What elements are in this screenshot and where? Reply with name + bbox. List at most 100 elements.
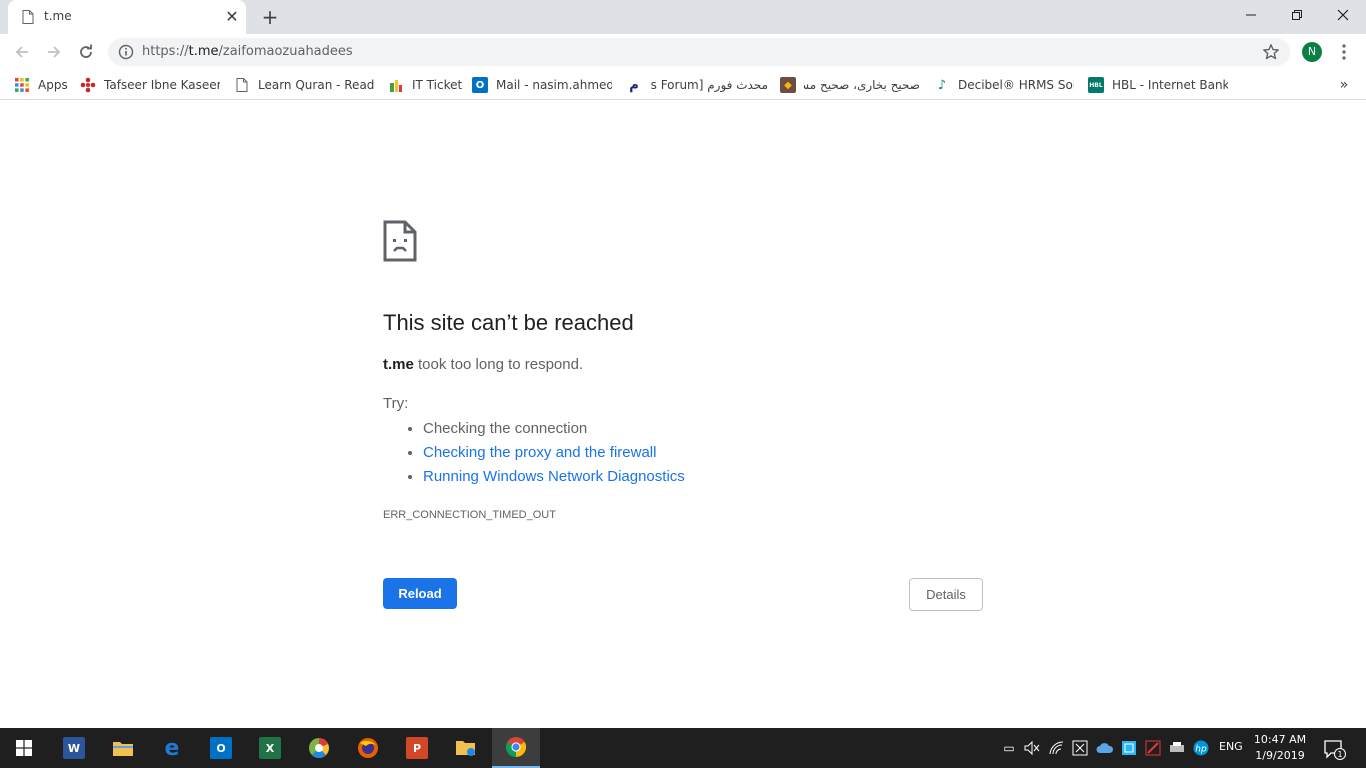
- tab-title: t.me: [44, 9, 72, 23]
- forward-arrow-icon: [48, 46, 61, 58]
- clock-time: 10:47 AM: [1253, 733, 1307, 746]
- menu-button[interactable]: [1334, 40, 1354, 64]
- url-prefix: https://: [142, 44, 189, 59]
- red-flower-icon: [80, 77, 96, 93]
- tab-strip: t.me ✕ +: [0, 0, 1366, 34]
- bookmark-label: IT Ticket: [412, 78, 462, 92]
- profile-avatar[interactable]: N: [1302, 42, 1322, 62]
- onedrive-icon[interactable]: [1096, 738, 1114, 758]
- bookmark-mohaddis-forum[interactable]: م محدث فورم [Mohaddis Forum]: [626, 75, 768, 95]
- restore-button[interactable]: [1274, 0, 1320, 30]
- input-language[interactable]: ENG: [1219, 740, 1243, 753]
- system-clock[interactable]: 10:47 AM 1/9/2019: [1248, 732, 1312, 764]
- start-button[interactable]: [0, 728, 48, 768]
- printer-icon[interactable]: [1168, 738, 1186, 758]
- outlook-icon: O: [472, 77, 488, 93]
- reload-toolbar-button[interactable]: [72, 38, 100, 66]
- proxy-firewall-link[interactable]: Checking the proxy and the firewall: [423, 444, 656, 461]
- bookmark-it-ticket[interactable]: IT Ticket: [388, 75, 462, 95]
- word-icon: W: [63, 737, 85, 759]
- bookmark-label: صحيح بخاری، صحیح مسلم: [804, 78, 920, 92]
- bookmark-star-icon[interactable]: [1262, 43, 1280, 61]
- tab-active[interactable]: t.me ✕: [8, 0, 246, 34]
- back-arrow-icon: [15, 46, 28, 58]
- clock-date: 1/9/2019: [1255, 749, 1305, 762]
- notification-center-icon[interactable]: 1: [1322, 738, 1346, 760]
- bookmark-label: محدث فورم [Mohaddis Forum]: [650, 78, 768, 92]
- try-label: Try:: [383, 395, 409, 412]
- suggestion-list: Checking the connection Checking the pro…: [405, 419, 685, 491]
- decibel-logo-icon: ♪: [937, 77, 947, 93]
- taskbar-outlook[interactable]: O: [197, 728, 245, 768]
- antivirus-icon[interactable]: [1144, 738, 1162, 758]
- taskbar-file-explorer[interactable]: [99, 728, 147, 768]
- suggestion-text: Checking the connection: [423, 420, 588, 437]
- close-icon: [1337, 9, 1349, 21]
- bookmark-label: Apps: [38, 78, 68, 92]
- battery-icon[interactable]: ▭: [1000, 738, 1018, 758]
- forum-logo-icon: م: [629, 77, 639, 93]
- bookmark-mail[interactable]: O Mail - nasim.ahmed@: [472, 75, 612, 95]
- bookmark-tafseer[interactable]: Tafseer Ibne Kaseer U: [80, 75, 220, 95]
- url-text[interactable]: https://t.me/zaifomaozuahadees: [142, 44, 353, 59]
- details-button[interactable]: Details: [909, 578, 983, 611]
- bookmark-hbl[interactable]: HBL HBL - Internet Bankin: [1088, 75, 1228, 95]
- bookmark-learn-quran[interactable]: Learn Quran - Read C: [234, 75, 374, 95]
- taskbar-edge[interactable]: e: [148, 728, 196, 768]
- document-icon: [22, 10, 34, 24]
- close-window-button[interactable]: [1320, 0, 1366, 30]
- taskbar-firefox[interactable]: [344, 728, 392, 768]
- hp-icon[interactable]: hp: [1192, 738, 1210, 758]
- svg-text:hp: hp: [1195, 745, 1207, 755]
- minimize-button[interactable]: [1228, 0, 1274, 30]
- taskbar-word[interactable]: W: [50, 728, 98, 768]
- wifi-icon[interactable]: [1048, 738, 1066, 758]
- taskbar-chrome[interactable]: [492, 728, 540, 768]
- bookmark-label: Mail - nasim.ahmed@: [496, 78, 612, 92]
- taskbar-excel[interactable]: X: [246, 728, 294, 768]
- volume-muted-icon[interactable]: [1023, 738, 1041, 758]
- back-button[interactable]: [8, 38, 36, 66]
- error-code: ERR_CONNECTION_TIMED_OUT: [383, 509, 556, 521]
- chrome-icon: [505, 737, 527, 758]
- info-icon[interactable]: [118, 44, 134, 60]
- security-app-icon[interactable]: [1071, 738, 1089, 758]
- apps-grid-icon: [15, 78, 29, 92]
- edge-icon: e: [164, 735, 180, 761]
- ticket-icon: [390, 80, 402, 92]
- suggestion-network-diagnostics: Running Windows Network Diagnostics: [423, 467, 685, 491]
- reload-icon: [80, 44, 92, 58]
- error-title: This site can’t be reached: [383, 310, 634, 335]
- taskbar-powerpoint[interactable]: P: [393, 728, 441, 768]
- hbl-logo-icon: HBL: [1088, 77, 1104, 93]
- reload-button[interactable]: Reload: [383, 578, 457, 609]
- forward-button[interactable]: [40, 38, 68, 66]
- close-tab-icon[interactable]: ✕: [223, 8, 241, 26]
- error-host: t.me: [383, 356, 414, 373]
- book-logo-icon: ◆: [780, 77, 796, 93]
- taskbar-shared-folder[interactable]: [442, 728, 490, 768]
- sad-page-icon: [383, 220, 417, 262]
- new-tab-button[interactable]: +: [258, 5, 282, 29]
- bookmark-sahih-bukhari[interactable]: ◆ صحيح بخاری، صحیح مسلم: [780, 75, 920, 95]
- more-vert-icon: [1342, 44, 1346, 60]
- restore-icon: [1292, 10, 1302, 20]
- error-description-text: took too long to respond.: [413, 356, 584, 373]
- bookmark-apps[interactable]: Apps: [14, 75, 74, 95]
- excel-icon: X: [259, 737, 281, 759]
- picasa-icon: [309, 738, 329, 758]
- bookmark-decibel-hrms[interactable]: ♪ Decibel® HRMS Solu: [934, 75, 1074, 95]
- url-host: t.me: [188, 44, 219, 59]
- folder-icon: [113, 742, 133, 756]
- bookmarks-bar: Apps Tafseer Ibne Kaseer U Learn Quran -…: [0, 70, 1366, 100]
- address-bar[interactable]: https://t.me/zaifomaozuahadees: [108, 38, 1290, 66]
- suggestion-check-connection: Checking the connection: [423, 419, 685, 443]
- shared-folder-icon: [456, 741, 475, 756]
- bookmark-label: HBL - Internet Bankin: [1112, 78, 1228, 92]
- outlook-icon: O: [210, 737, 232, 759]
- bookmark-label: Tafseer Ibne Kaseer U: [104, 78, 220, 92]
- bookmarks-overflow-button[interactable]: »: [1334, 75, 1354, 95]
- network-diagnostics-link[interactable]: Running Windows Network Diagnostics: [423, 468, 685, 485]
- taskbar-picasa[interactable]: [295, 728, 343, 768]
- network-app-icon[interactable]: [1120, 738, 1138, 758]
